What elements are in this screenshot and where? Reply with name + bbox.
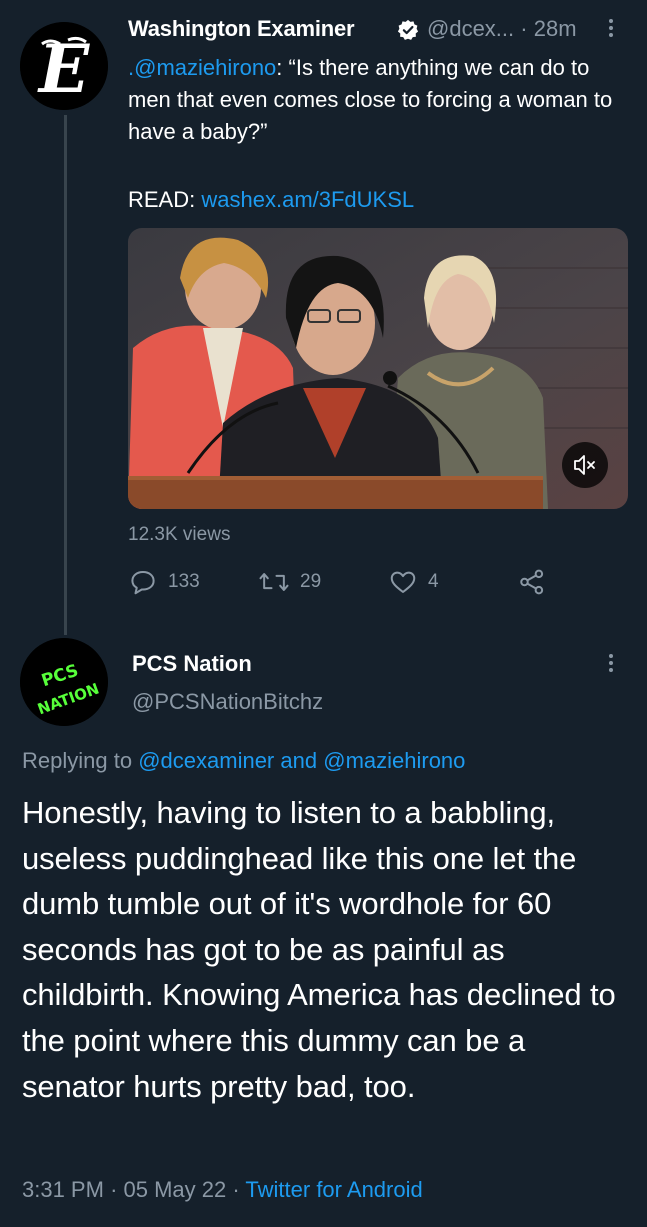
washington-examiner-avatar[interactable]: E	[20, 22, 108, 110]
like-action[interactable]: 4	[388, 567, 439, 597]
view-count: 12.3K views	[128, 524, 231, 545]
more-icon[interactable]	[606, 651, 616, 681]
mute-icon[interactable]	[562, 442, 608, 488]
replying-to-mention-1[interactable]: @dcexaminer	[138, 748, 274, 773]
read-line: READ: washex.am/3FdUKSL	[128, 187, 414, 213]
reply-text: Honestly, having to listen to a babbling…	[22, 795, 616, 1104]
replying-to-mention-2[interactable]: @maziehirono	[323, 748, 465, 773]
tweet-text: .@maziehirono: “Is there anything we can…	[128, 52, 628, 148]
tweet-time[interactable]: 28m	[534, 16, 577, 41]
reply-icon	[131, 571, 155, 595]
tweet-author-meta: @dcex... · 28m	[427, 16, 577, 42]
pcs-nation-avatar[interactable]: PCS NATION	[20, 638, 108, 726]
meta-separator: ·	[520, 16, 528, 41]
share-icon	[520, 569, 544, 595]
article-link[interactable]: washex.am/3FdUKSL	[201, 187, 414, 212]
mention-link[interactable]: .@maziehirono	[128, 55, 276, 80]
video-player[interactable]	[128, 228, 628, 509]
reply-date[interactable]: 05 May 22	[124, 1177, 227, 1202]
examiner-logo-icon: E	[20, 22, 108, 110]
reply-source[interactable]: Twitter for Android	[245, 1177, 422, 1202]
video-thumbnail	[128, 228, 628, 509]
retweet-icon	[259, 573, 289, 591]
meta-separator: ·	[232, 1177, 240, 1202]
like-icon	[390, 571, 416, 593]
read-label: READ:	[128, 187, 196, 212]
pcs-nation-logo-icon: PCS NATION	[20, 638, 108, 726]
like-count: 4	[428, 571, 439, 592]
share-action[interactable]	[517, 567, 547, 597]
reply-metadata: 3:31 PM · 05 May 22 · Twitter for Androi…	[22, 1177, 423, 1203]
retweet-count: 29	[300, 571, 322, 592]
meta-separator: ·	[110, 1177, 118, 1202]
more-icon[interactable]	[606, 16, 616, 46]
reply-author-name[interactable]: PCS Nation	[132, 651, 252, 677]
reply-time[interactable]: 3:31 PM	[22, 1177, 104, 1202]
reply-author-handle[interactable]: @PCSNationBitchz	[132, 689, 323, 715]
replying-to-line: Replying to @dcexaminer and @maziehirono	[22, 748, 465, 774]
tweet-author-handle[interactable]: @dcex...	[427, 16, 514, 41]
tweet-author-name[interactable]: Washington Examiner	[128, 16, 355, 42]
reply-action[interactable]: 133	[128, 567, 200, 597]
retweet-action[interactable]: 29	[258, 567, 321, 597]
thread-line	[64, 115, 67, 635]
reply-count: 133	[168, 571, 200, 592]
replying-to-and: and	[280, 748, 318, 773]
verified-badge-icon	[397, 19, 419, 41]
replying-to-label: Replying to	[22, 748, 133, 773]
